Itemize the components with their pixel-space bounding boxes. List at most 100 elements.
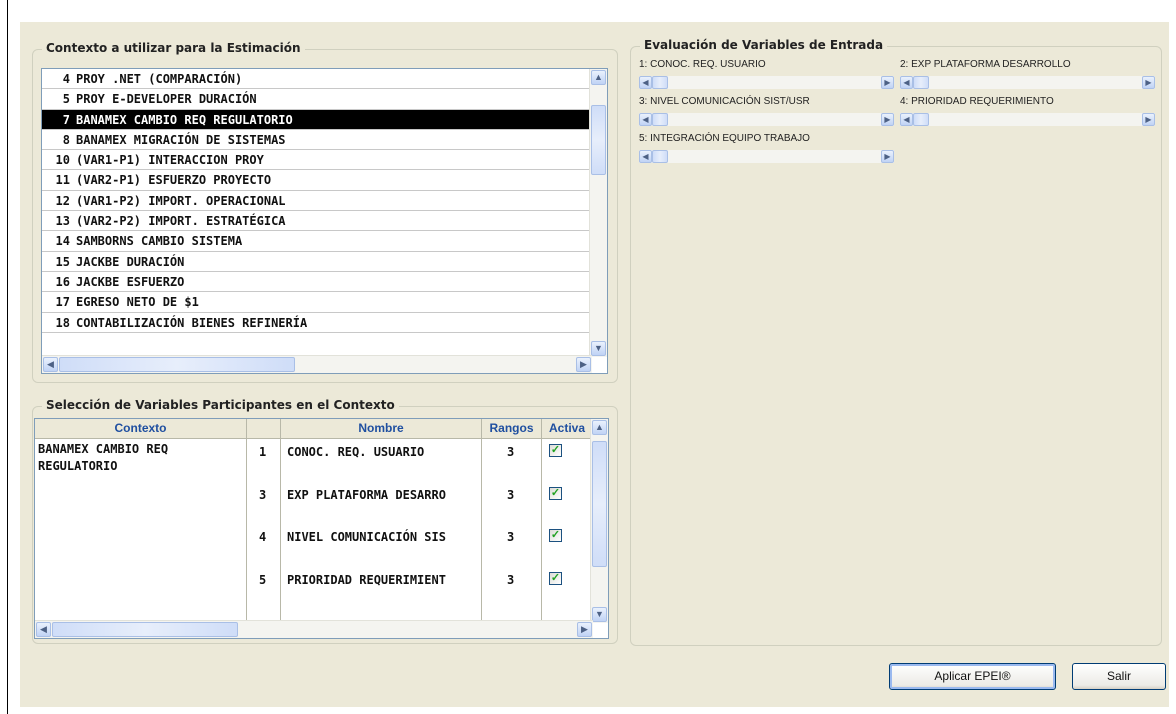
grid-context-name: BANAMEX CAMBIO REQ REGULATORIO xyxy=(38,442,169,473)
slider-thumb[interactable] xyxy=(913,76,929,89)
context-item-label: (VAR1-P1) INTERACCION PROY xyxy=(76,153,264,168)
context-item-number: 16 xyxy=(55,274,70,289)
grid-row-nombre: PRIORIDAD REQUERIMIENT xyxy=(287,573,446,587)
context-item-number: 12 xyxy=(55,193,70,208)
context-item-label: (VAR2-P1) ESFUERZO PROYECTO xyxy=(76,173,272,188)
context-list-item[interactable]: 11 (VAR2-P1) ESFUERZO PROYECTO xyxy=(42,170,590,191)
variable-slider[interactable]: ◀ ▶ xyxy=(639,76,894,89)
active-checkbox[interactable]: ✓ xyxy=(549,444,562,457)
apply-epei-button[interactable]: Aplicar EPEI® xyxy=(889,663,1056,690)
grid-vertical-scrollbar[interactable]: ▲ ▼ xyxy=(590,419,608,623)
active-checkbox[interactable]: ✓ xyxy=(549,572,562,585)
context-item-number: 18 xyxy=(55,315,70,330)
scroll-right-icon[interactable]: ▶ xyxy=(1142,76,1155,89)
context-vertical-scrollbar[interactable]: ▲ ▼ xyxy=(589,69,607,357)
evaluation-groupbox: Evaluación de Variables de Entrada 1: CO… xyxy=(630,38,1162,646)
scroll-right-icon[interactable]: ▶ xyxy=(1142,113,1155,126)
context-item-number: 4 xyxy=(62,72,70,86)
context-item-label: BANAMEX MIGRACIÓN DE SISTEMAS xyxy=(76,132,286,147)
context-list-rows: 4 PROY .NET (COMPARACIÓN) 5 PROY E-DEVELOPE… xyxy=(42,69,590,333)
variables-grid[interactable]: Contexto Nombre Rangos Activa BANAMEX CA… xyxy=(34,418,609,639)
variable-slider[interactable]: ◀ ▶ xyxy=(639,113,894,126)
context-list-item[interactable]: 7 BANAMEX CAMBIO REQ REGULATORIO xyxy=(42,109,590,130)
header-nombre[interactable]: Nombre xyxy=(281,419,482,438)
context-list-item[interactable]: 16 JACKBE ESFUERZO xyxy=(42,272,590,293)
scroll-left-icon[interactable]: ◀ xyxy=(900,76,913,89)
scroll-thumb[interactable] xyxy=(52,622,238,637)
context-item-label: PROY E-DEVELOPER DURACIÓN xyxy=(76,92,257,107)
scroll-down-icon[interactable]: ▼ xyxy=(592,607,607,622)
scroll-right-icon[interactable]: ▶ xyxy=(881,113,894,126)
grid-header: Contexto Nombre Rangos Activa xyxy=(35,419,593,439)
scroll-left-icon[interactable]: ◀ xyxy=(639,150,652,163)
context-listbox[interactable]: 4 PROY .NET (COMPARACIÓN) 5 PROY E-DEVELOPE… xyxy=(41,68,608,374)
context-item-number: 7 xyxy=(62,112,70,127)
scroll-left-icon[interactable]: ◀ xyxy=(639,76,652,89)
grid-row-id: 4 xyxy=(259,530,267,544)
context-list-item[interactable]: 5 PROY E-DEVELOPER DURACIÓN xyxy=(42,89,590,110)
slider-thumb[interactable] xyxy=(652,150,668,163)
scroll-up-icon[interactable]: ▲ xyxy=(591,70,606,85)
context-item-number: 17 xyxy=(55,295,70,310)
context-item-label: (VAR1-P2) IMPORT. OPERACIONAL xyxy=(76,193,286,208)
variable-slider-label: 3: NIVEL COMUNICACIÓN SIST/USR xyxy=(639,96,810,107)
context-group-title: Contexto a utilizar para la Estimación xyxy=(42,41,305,55)
application-window: Contexto a utilizar para la Estimación 4… xyxy=(7,0,1176,714)
context-item-number: 5 xyxy=(62,92,70,107)
scroll-thumb[interactable] xyxy=(592,441,607,567)
context-horizontal-scrollbar[interactable]: ◀ ▶ xyxy=(42,355,592,373)
context-item-number: 8 xyxy=(62,132,70,147)
scroll-down-icon[interactable]: ▼ xyxy=(591,341,606,356)
variable-slider-label: 5: INTEGRACIÓN EQUIPO TRABAJO xyxy=(639,133,810,144)
context-item-label: CONTABILIZACIÓN BIENES REFINERÍA xyxy=(76,315,308,330)
context-list-item[interactable]: 4 PROY .NET (COMPARACIÓN) xyxy=(42,69,590,90)
variables-groupbox: Selección de Variables Participantes en … xyxy=(32,398,618,644)
variable-slider[interactable]: ◀ ▶ xyxy=(639,150,894,163)
scroll-left-icon[interactable]: ◀ xyxy=(639,113,652,126)
header-rangos[interactable]: Rangos xyxy=(482,419,542,438)
scroll-thumb[interactable] xyxy=(59,357,295,372)
context-list-item[interactable]: 14 SAMBORNS CAMBIO SISTEMA xyxy=(42,231,590,252)
scroll-thumb[interactable] xyxy=(591,105,606,175)
variable-slider-label: 4: PRIORIDAD REQUERIMIENTO xyxy=(900,96,1054,107)
variable-slider[interactable]: ◀ ▶ xyxy=(900,113,1155,126)
context-list-item[interactable]: 10 (VAR1-P1) INTERACCION PROY xyxy=(42,150,590,171)
context-list-item[interactable]: 13 (VAR2-P2) IMPORT. ESTRATÉGICA xyxy=(42,211,590,232)
scroll-up-icon[interactable]: ▲ xyxy=(592,420,607,435)
scroll-right-icon[interactable]: ▶ xyxy=(881,76,894,89)
context-item-number: 13 xyxy=(55,214,70,229)
grid-horizontal-scrollbar[interactable]: ◀ ▶ xyxy=(35,620,593,638)
context-list-item[interactable]: 8 BANAMEX MIGRACIÓN DE SISTEMAS xyxy=(42,130,590,151)
active-checkbox[interactable]: ✓ xyxy=(549,529,562,542)
active-checkbox[interactable]: ✓ xyxy=(549,487,562,500)
slider-thumb[interactable] xyxy=(652,76,668,89)
header-id[interactable] xyxy=(247,419,281,438)
context-list-item[interactable]: 17 EGRESO NETO DE $1 xyxy=(42,292,590,313)
header-contexto[interactable]: Contexto xyxy=(35,419,247,438)
context-list-item[interactable]: 12 (VAR1-P2) IMPORT. OPERACIONAL xyxy=(42,191,590,212)
grid-row-rangos: 3 xyxy=(507,445,515,459)
scroll-left-icon[interactable]: ◀ xyxy=(900,113,913,126)
dialog-client-area: Contexto a utilizar para la Estimación 4… xyxy=(20,22,1169,707)
variable-slider[interactable]: ◀ ▶ xyxy=(900,76,1155,89)
grid-row-id: 3 xyxy=(259,488,267,502)
slider-thumb[interactable] xyxy=(652,113,668,126)
scroll-right-icon[interactable]: ▶ xyxy=(881,150,894,163)
header-activa[interactable]: Activa xyxy=(542,419,593,438)
context-item-label: (VAR2-P2) IMPORT. ESTRATÉGICA xyxy=(76,214,286,229)
scroll-left-icon[interactable]: ◀ xyxy=(36,622,51,637)
context-item-number: 14 xyxy=(55,234,70,249)
context-item-label: PROY .NET (COMPARACIÓN) xyxy=(76,72,243,86)
exit-button[interactable]: Salir xyxy=(1072,663,1166,690)
context-list-item[interactable]: 15 JACKBE DURACIÓN xyxy=(42,252,590,272)
scroll-right-icon[interactable]: ▶ xyxy=(577,622,592,637)
grid-row-rangos: 3 xyxy=(507,488,515,502)
slider-thumb[interactable] xyxy=(913,113,929,126)
scroll-left-icon[interactable]: ◀ xyxy=(43,357,58,372)
grid-row-nombre: EXP PLATAFORMA DESARRO xyxy=(287,488,446,502)
scroll-right-icon[interactable]: ▶ xyxy=(576,357,591,372)
grid-row-nombre: NIVEL COMUNICACIÓN SIS xyxy=(287,530,446,544)
context-item-label: JACKBE DURACIÓN xyxy=(76,254,185,269)
context-list-item[interactable]: 18 CONTABILIZACIÓN BIENES REFINERÍA xyxy=(42,313,590,333)
context-item-number: 10 xyxy=(55,153,70,168)
